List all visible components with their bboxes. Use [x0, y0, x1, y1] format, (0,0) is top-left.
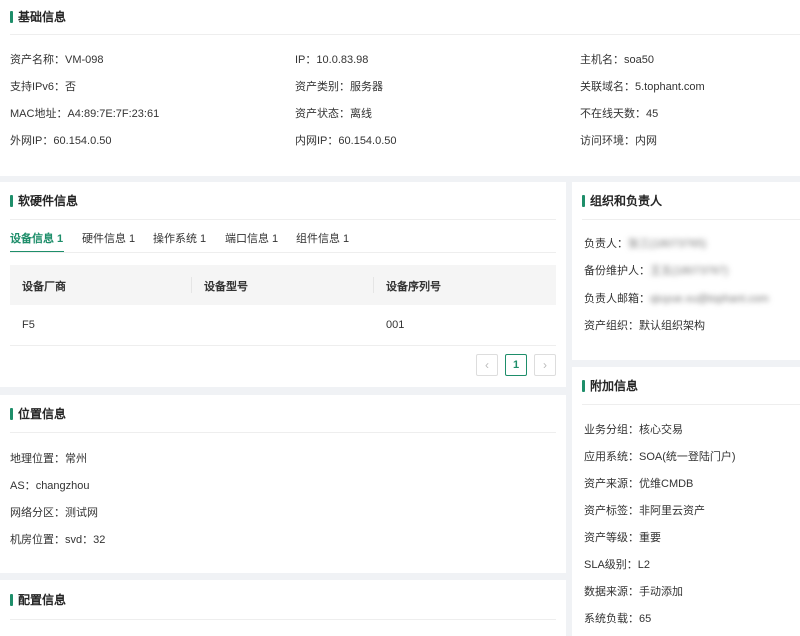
- field-sla-level: SLA级别：L2: [584, 559, 651, 571]
- tab-component-info[interactable]: 组件信息 1: [296, 230, 349, 246]
- pagination-page-1[interactable]: 1: [505, 354, 527, 376]
- org-owner-title: 组织和负责人: [582, 194, 662, 208]
- column-header-vendor: 设备厂商: [22, 281, 66, 293]
- field-owner-email: 负责人邮箱：qiuyue.xu@tophant.com: [584, 293, 769, 305]
- field-ip: IP：10.0.83.98: [295, 54, 369, 66]
- tab-port-info[interactable]: 端口信息 1: [225, 230, 278, 246]
- software-hardware-card: 软硬件信息 设备信息 1 硬件信息 1 操作系统 1 端口信息 1 组件信息 1…: [0, 182, 566, 387]
- field-asset-org: 资产组织：默认组织架构: [584, 320, 705, 332]
- tabs-baseline: [10, 252, 556, 253]
- column-header-model: 设备型号: [204, 281, 248, 293]
- field-owner: 负责人：张三(18073765): [584, 238, 707, 250]
- basic-info-card: 基础信息 资产名称：VM-098 IP：10.0.83.98 主机名：soa50…: [0, 0, 800, 176]
- field-mac: MAC地址：A4:89:7E:7F:23:61: [10, 108, 160, 120]
- field-internal-ip: 内网IP：60.154.0.50: [295, 135, 397, 147]
- software-hardware-divider: [10, 219, 556, 220]
- field-data-source: 数据来源：手动添加: [584, 586, 683, 598]
- field-asset-level: 资产等级：重要: [584, 532, 661, 544]
- field-offline-days: 不在线天数：45: [580, 108, 659, 120]
- field-network-zone: 网络分区：测试网: [10, 507, 98, 519]
- config-card: 配置信息: [0, 580, 566, 636]
- column-header-serial: 设备序列号: [386, 281, 441, 293]
- org-owner-card: 组织和负责人 负责人：张三(18073765) 备份维护人：王五(1807376…: [572, 182, 800, 360]
- software-hardware-title: 软硬件信息: [10, 194, 78, 208]
- extra-info-divider: [582, 404, 800, 405]
- field-asset-status: 资产状态：离线: [295, 108, 372, 120]
- basic-info-title: 基础信息: [10, 10, 66, 24]
- field-app-system: 应用系统：SOA(统一登陆门户): [584, 451, 736, 463]
- field-ipv6: 支持IPv6：否: [10, 81, 77, 93]
- location-title: 位置信息: [10, 407, 66, 421]
- tab-os[interactable]: 操作系统 1: [153, 230, 206, 246]
- config-divider: [10, 619, 556, 620]
- config-title: 配置信息: [10, 593, 66, 607]
- field-external-ip: 外网IP：60.154.0.50: [10, 135, 112, 147]
- field-system-load: 系统负载：65: [584, 613, 652, 625]
- field-asset-tag: 资产标签：非阿里云资产: [584, 505, 705, 517]
- extra-info-card: 附加信息 业务分组：核心交易 应用系统：SOA(统一登陆门户) 资产来源：优维C…: [572, 367, 800, 636]
- column-separator: [191, 277, 192, 293]
- field-hostname: 主机名：soa50: [580, 54, 654, 66]
- table-row: F5 001: [10, 305, 556, 346]
- cell-serial: 001: [386, 319, 405, 331]
- field-domain: 关联域名：5.tophant.com: [580, 81, 705, 93]
- extra-info-title: 附加信息: [582, 379, 638, 393]
- column-separator: [373, 277, 374, 293]
- tab-hardware-info[interactable]: 硬件信息 1: [82, 230, 135, 246]
- pagination-prev-button[interactable]: ‹: [476, 354, 498, 376]
- field-business-group: 业务分组：核心交易: [584, 424, 683, 436]
- field-asset-source: 资产来源：优维CMDB: [584, 478, 694, 490]
- location-divider: [10, 432, 556, 433]
- field-as: AS：changzhou: [10, 480, 90, 492]
- field-access-env: 访问环境：内网: [580, 135, 657, 147]
- cell-vendor: F5: [22, 319, 35, 331]
- pagination-next-button[interactable]: ›: [534, 354, 556, 376]
- field-asset-category: 资产类别：服务器: [295, 81, 383, 93]
- basic-info-divider: [10, 34, 800, 35]
- table-header: 设备厂商 设备型号 设备序列号: [10, 265, 556, 305]
- location-card: 位置信息 地理位置：常州 AS：changzhou 网络分区：测试网 机房位置：…: [0, 395, 566, 573]
- field-room-location: 机房位置：svd：32: [10, 534, 106, 546]
- tab-device-info[interactable]: 设备信息 1: [10, 230, 63, 246]
- field-backup-maintainer: 备份维护人：王五(18073767): [584, 265, 729, 277]
- field-asset-name: 资产名称：VM-098: [10, 54, 104, 66]
- field-geo-location: 地理位置：常州: [10, 453, 87, 465]
- org-owner-divider: [582, 219, 800, 220]
